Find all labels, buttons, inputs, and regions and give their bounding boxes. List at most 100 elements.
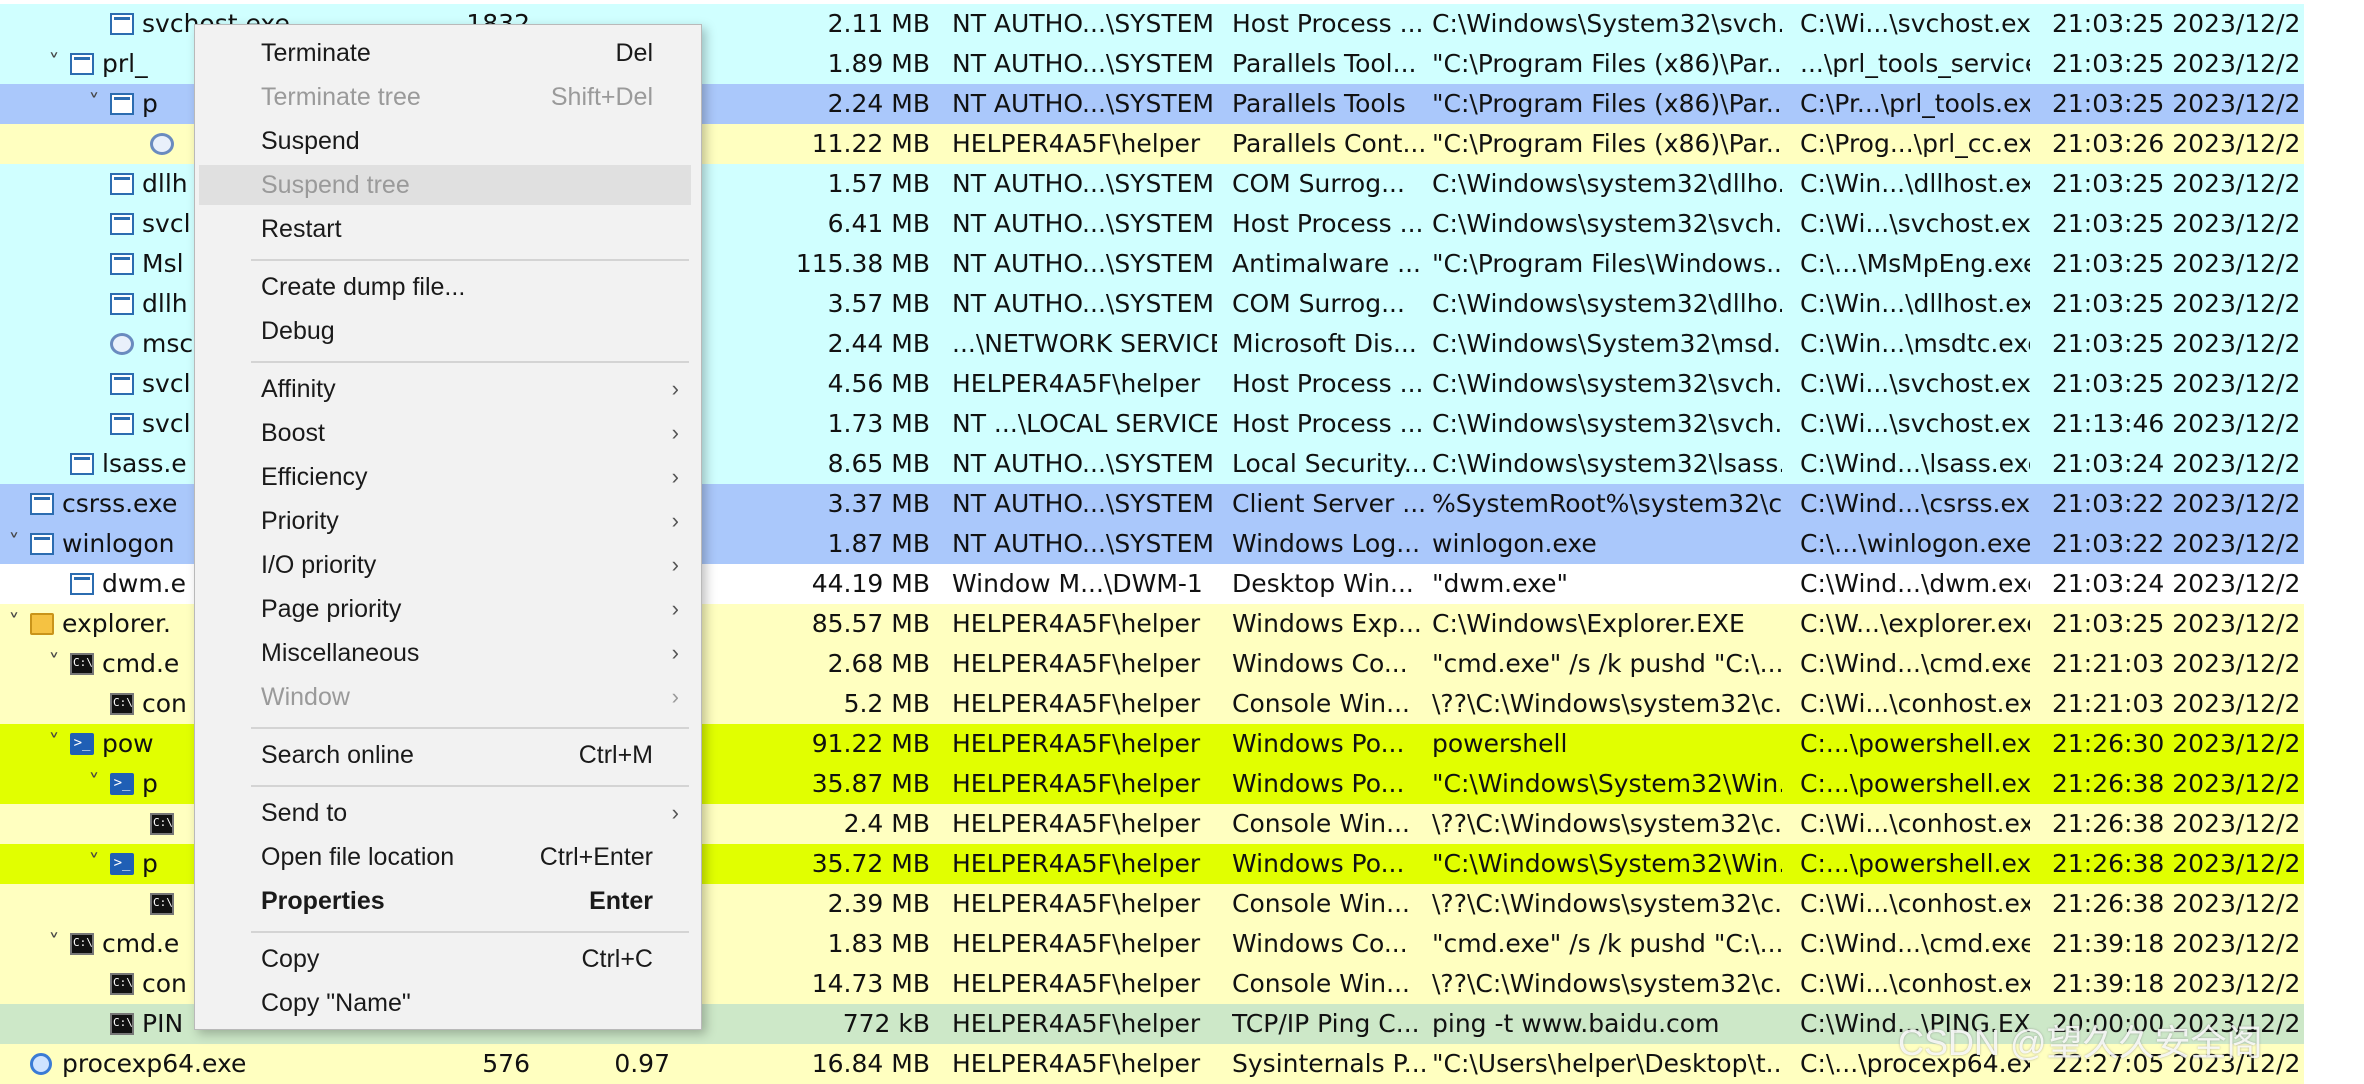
cell-user: HELPER4A5F\helper (952, 769, 1201, 798)
cell-memory: 1.57 MB (827, 169, 930, 198)
cell-start-time: 21:03:25 2023/12/23 (2052, 369, 2302, 398)
cell-memory: 3.37 MB (827, 489, 930, 518)
cmd-icon: C:\ (70, 933, 94, 955)
menu-item-label: Window (261, 683, 350, 711)
window-icon (110, 253, 134, 275)
menu-item-label: Suspend (261, 127, 360, 155)
cell-command-line: "C:\Program Files (x86)\Par... (1432, 129, 1782, 158)
window-icon (110, 93, 134, 115)
cell-command-line: "C:\Users\helper\Desktop\t... (1432, 1049, 1782, 1078)
cell-start-time: 21:26:38 2023/12/23 (2052, 809, 2302, 838)
cell-start-time: 21:26:30 2023/12/23 (2052, 729, 2302, 758)
menu-item-efficiency[interactable]: Efficiency › (199, 457, 691, 497)
menu-item-restart[interactable]: Restart (199, 209, 691, 249)
cell-command-line: \??\C:\Windows\system32\c... (1432, 969, 1782, 998)
menu-item-label: Copy "Name" (261, 989, 411, 1017)
cell-description: Parallels Tools (1232, 89, 1406, 118)
cell-memory: 2.4 MB (843, 809, 930, 838)
cell-path: C:\Prog...\prl_cc.exe (1800, 129, 2030, 158)
window-icon (70, 453, 94, 475)
menu-item-properties[interactable]: Properties Enter (199, 881, 691, 921)
menu-item-priority[interactable]: Priority › (199, 501, 691, 541)
cell-description: COM Surrog... (1232, 289, 1405, 318)
menu-item-terminate[interactable]: Terminate Del (199, 33, 691, 73)
menu-item-boost[interactable]: Boost › (199, 413, 691, 453)
gear-icon (150, 133, 174, 155)
cell-user: HELPER4A5F\helper (952, 809, 1201, 838)
gear-icon (110, 333, 134, 355)
cell-description: Microsoft Dis... (1232, 329, 1417, 358)
cell-memory: 4.56 MB (827, 369, 930, 398)
cell-user: HELPER4A5F\helper (952, 849, 1201, 878)
expand-chevron-icon[interactable]: ˅ (4, 524, 24, 564)
menu-item-suspend[interactable]: Suspend (199, 121, 691, 161)
expand-chevron-icon[interactable]: ˅ (84, 764, 104, 804)
cell-description: Windows Po... (1232, 849, 1405, 878)
menu-item-label: Copy (261, 945, 320, 973)
menu-item-affinity[interactable]: Affinity › (199, 369, 691, 409)
menu-item-label: Search online (261, 741, 414, 769)
chevron-right-icon: › (671, 464, 679, 489)
expand-chevron-icon[interactable]: ˅ (44, 724, 64, 764)
expand-chevron-icon[interactable]: ˅ (44, 924, 64, 964)
cell-command-line: "C:\Program Files (x86)\Par... (1432, 49, 1782, 78)
cell-path: C:\Wind...\cmd.exe (1800, 649, 2030, 678)
menu-item-create-dump-file[interactable]: Create dump file... (199, 267, 691, 307)
cell-user: HELPER4A5F\helper (952, 1009, 1201, 1038)
chevron-right-icon: › (671, 508, 679, 533)
menu-item-label: Suspend tree (261, 171, 410, 199)
cell-path: C:\Win...\dllhost.exe (1800, 289, 2030, 318)
expand-chevron-icon[interactable]: ˅ (44, 44, 64, 84)
menu-item-page-priority[interactable]: Page priority › (199, 589, 691, 629)
cell-command-line: \??\C:\Windows\system32\c... (1432, 689, 1782, 718)
cell-start-time: 21:03:22 2023/12/23 (2052, 489, 2302, 518)
cell-user: HELPER4A5F\helper (952, 649, 1201, 678)
cell-description: Sysinternals P... (1232, 1049, 1428, 1078)
window-icon (70, 573, 94, 595)
cell-command-line: winlogon.exe (1432, 529, 1597, 558)
cell-description: Windows Exp... (1232, 609, 1422, 638)
cell-description: Client Server ... (1232, 489, 1427, 518)
menu-item-miscellaneous[interactable]: Miscellaneous › (199, 633, 691, 673)
cell-description: Antimalware ... (1232, 249, 1421, 278)
expand-chevron-icon[interactable]: ˅ (84, 844, 104, 884)
menu-item-search-online[interactable]: Search online Ctrl+M (199, 735, 691, 775)
menu-item-suspend-tree: Suspend tree (199, 165, 691, 205)
menu-item-label: I/O priority (261, 551, 377, 579)
cell-memory: 85.57 MB (811, 609, 930, 638)
menu-item-label: Priority (261, 507, 339, 535)
menu-item-label: Properties (261, 887, 385, 915)
expand-chevron-icon[interactable]: ˅ (44, 644, 64, 684)
cell-start-time: 21:03:25 2023/12/23 (2052, 329, 2302, 358)
csdn-watermark: CSDN @望久久安全阁 (1898, 1022, 2263, 1063)
menu-item-shortcut: Del (615, 39, 653, 67)
cell-path: C:\W...\explorer.exe (1800, 609, 2030, 638)
cell-start-time: 21:21:03 2023/12/23 (2052, 649, 2302, 678)
menu-item-debug[interactable]: Debug (199, 311, 691, 351)
cmd-icon: C:\ (110, 973, 134, 995)
menu-item-copy[interactable]: Copy Ctrl+C (199, 939, 691, 979)
cell-description: COM Surrog... (1232, 169, 1405, 198)
expand-chevron-icon[interactable]: ˅ (84, 84, 104, 124)
cell-command-line: %SystemRoot%\system32\c... (1432, 489, 1782, 518)
cell-command-line: C:\Windows\System32\svch... (1432, 9, 1782, 38)
menu-item-send-to[interactable]: Send to › (199, 793, 691, 833)
cell-user: NT AUTHO...\SYSTEM (952, 89, 1214, 118)
cell-command-line: \??\C:\Windows\system32\c... (1432, 809, 1782, 838)
cell-memory: 44.19 MB (811, 569, 930, 598)
expand-chevron-icon[interactable]: ˅ (4, 604, 24, 644)
menu-item-terminate-tree: Terminate tree Shift+Del (199, 77, 691, 117)
window-icon (110, 173, 134, 195)
menu-item-copy-name[interactable]: Copy "Name" (199, 983, 691, 1023)
menu-item-label: Debug (261, 317, 335, 345)
cell-start-time: 21:03:25 2023/12/23 (2052, 169, 2302, 198)
cell-start-time: 21:03:25 2023/12/23 (2052, 89, 2302, 118)
cell-path: C:\Wi...\svchost.exe (1800, 209, 2030, 238)
menu-item-i-o-priority[interactable]: I/O priority › (199, 545, 691, 585)
cell-path: C:\Wi...\conhost.exe (1800, 969, 2030, 998)
cell-memory: 35.72 MB (811, 849, 930, 878)
cmd-icon: C:\ (70, 653, 94, 675)
menu-item-open-file-location[interactable]: Open file location Ctrl+Enter (199, 837, 691, 877)
cell-path: C:...\powershell.exe (1800, 849, 2030, 878)
menu-item-shortcut: Ctrl+C (581, 945, 653, 973)
